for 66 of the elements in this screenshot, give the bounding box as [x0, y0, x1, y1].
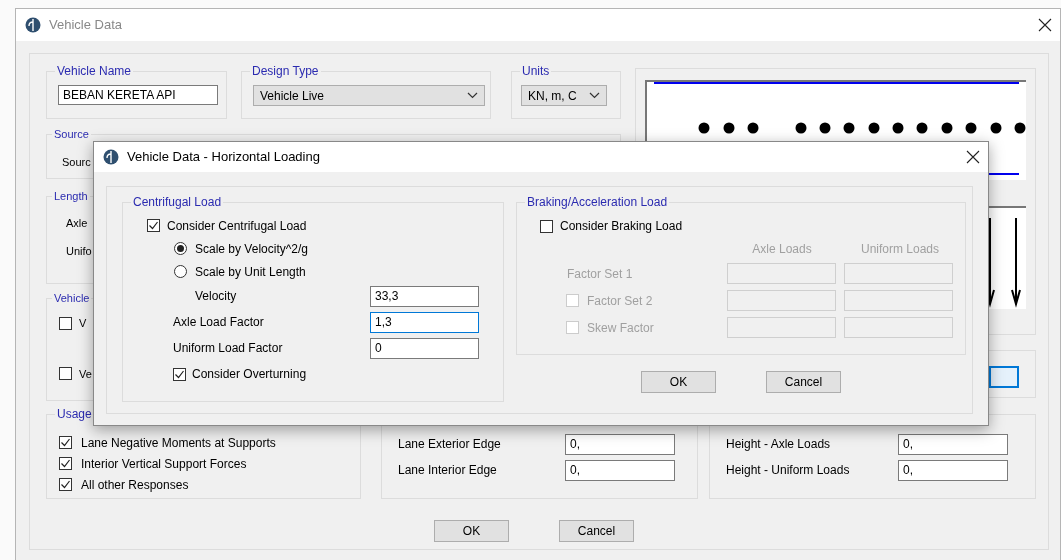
group-label: Length — [52, 189, 90, 203]
field-label: Height - Uniform Loads — [726, 462, 851, 479]
group-label: Units — [520, 64, 552, 78]
group-label: Vehicle Name — [55, 64, 134, 78]
input-field[interactable]: 1,3 — [370, 311, 479, 333]
window-title: Vehicle Data — [49, 16, 122, 35]
field-label: Sourc — [62, 155, 91, 170]
field-label: Axle — [66, 216, 88, 231]
radio-button[interactable] — [174, 242, 187, 255]
radio-button[interactable] — [174, 265, 187, 278]
field-label: Velocity — [194, 288, 238, 305]
vehicle-name-field[interactable]: BEBAN KERETA API — [58, 85, 218, 105]
checkbox-label: Ve — [79, 366, 92, 382]
field-label: Height - Axle Loads — [726, 436, 832, 453]
checkbox-label: Interior Vertical Support Forces — [81, 455, 247, 473]
button[interactable] — [989, 366, 1019, 388]
close-icon — [966, 150, 980, 164]
input-field[interactable]: 0, — [898, 459, 1008, 481]
group-label: Braking/Acceleration Load — [525, 195, 670, 209]
close-icon — [1038, 18, 1052, 32]
checkbox-label: Lane Negative Moments at Supports — [81, 434, 276, 452]
group-label: Usage — [55, 407, 94, 421]
cancel-button[interactable]: Cancel — [559, 520, 634, 542]
field-label: Factor Set 1 — [566, 265, 633, 283]
input-field[interactable]: 0, — [565, 459, 675, 481]
field-label: Lane Interior Edge — [398, 462, 498, 479]
app-icon — [25, 17, 41, 33]
chevron-down-icon — [589, 92, 600, 99]
checkbox-label: V — [79, 316, 87, 331]
checkbox[interactable] — [59, 367, 72, 381]
checkbox-label: Consider Centrifugal Load — [167, 217, 307, 235]
checkbox[interactable] — [59, 478, 72, 491]
checkbox[interactable] — [173, 367, 186, 381]
group-label: Source — [52, 127, 91, 141]
checkbox-label: Skew Factor — [587, 319, 654, 337]
design-type-dropdown[interactable]: Vehicle Live — [253, 85, 485, 106]
chevron-down-icon — [467, 92, 478, 99]
input-field[interactable]: 0, — [898, 433, 1008, 455]
checkbox-label: Consider Braking Load — [560, 218, 683, 235]
input-field[interactable]: 0 — [370, 337, 479, 359]
checkbox[interactable] — [59, 316, 72, 330]
field-label: Uniform Load Factor — [172, 340, 284, 357]
field-label: Lane Exterior Edge — [398, 436, 502, 453]
checkbox-label: Factor Set 2 — [587, 292, 653, 310]
field-label: Unifo — [66, 244, 92, 259]
cancel-button[interactable]: Cancel — [766, 371, 841, 393]
checkbox-label: Consider Overturning — [192, 366, 307, 383]
checkbox[interactable] — [59, 436, 72, 449]
input-field[interactable]: 33,3 — [370, 285, 479, 307]
checkbox[interactable] — [147, 219, 160, 232]
checkbox-label: All other Responses — [81, 476, 189, 494]
app-icon — [103, 149, 119, 165]
window-title: Vehicle Data - Horizontal Loading — [127, 148, 320, 167]
radio-label: Scale by Unit Length — [195, 263, 306, 281]
units-dropdown[interactable]: KN, m, C — [521, 85, 607, 106]
ok-button[interactable]: OK — [641, 371, 716, 393]
input-field[interactable]: 0, — [565, 433, 675, 455]
group-label: Centrifugal Load — [131, 195, 224, 209]
column-header: Axle Loads — [751, 241, 813, 258]
column-header: Uniform Loads — [859, 241, 940, 258]
radio-label: Scale by Velocity^2/g — [195, 240, 309, 258]
group-label: Vehicle — [52, 291, 92, 305]
field-label: Axle Load Factor — [172, 314, 265, 331]
ok-button[interactable]: OK — [434, 520, 509, 542]
group-label: Design Type — [250, 64, 321, 78]
checkbox[interactable] — [59, 457, 72, 470]
